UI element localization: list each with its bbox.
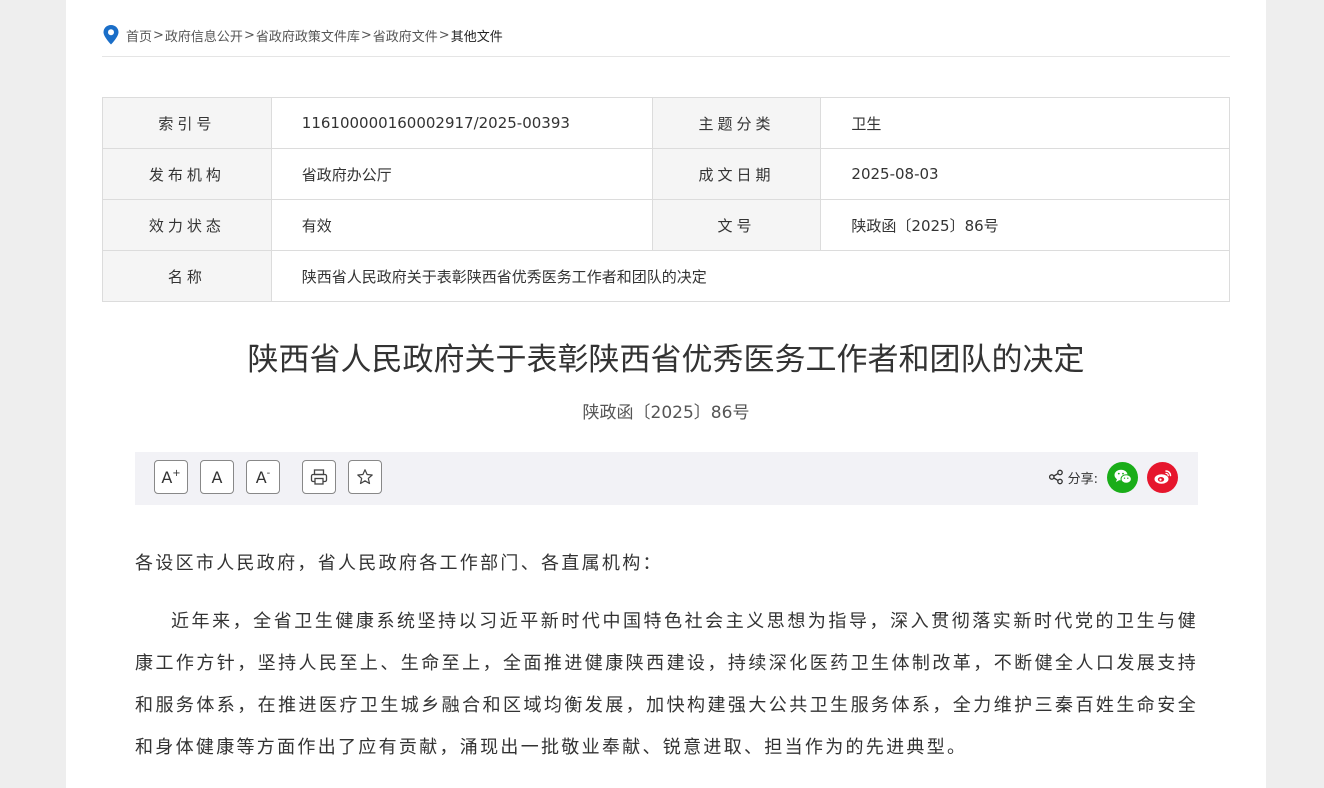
share-weibo-button[interactable]	[1147, 461, 1178, 493]
star-icon	[357, 469, 373, 485]
issuer-value: 省政府办公厅	[270, 148, 653, 200]
breadcrumb-separator: >	[243, 27, 255, 43]
weibo-icon	[1154, 470, 1171, 484]
font-decrease-button[interactable]: A-	[246, 460, 280, 494]
name-label: 名称	[102, 250, 272, 302]
share-wechat-button[interactable]	[1107, 461, 1138, 493]
page: 首页 > 政府信息公开 > 省政府政策文件库 > 省政府文件 > 其他文件 索引…	[66, 0, 1266, 788]
meta-row: 发布机构 省政府办公厅 成文日期 2025-08-03	[102, 148, 1230, 200]
location-pin-icon	[103, 25, 119, 45]
breadcrumb-other-docs[interactable]: 其他文件	[451, 26, 503, 45]
document-meta-table: 索引号 116100000160002917/2025-00393 主题分类 卫…	[102, 97, 1231, 302]
category-value: 卫生	[820, 97, 1230, 149]
date-value: 2025-08-03	[820, 148, 1230, 200]
share-icon	[1048, 469, 1063, 485]
status-label: 效力状态	[102, 199, 272, 251]
paragraph: 近年来，全省卫生健康系统坚持以习近平新时代中国特色社会主义思想为指导，深入贯彻落…	[135, 611, 1198, 758]
printer-icon	[310, 469, 328, 485]
meta-row: 效力状态 有效 文号 陕政函〔2025〕86号	[102, 199, 1230, 251]
share-bar: 分享:	[1048, 460, 1178, 494]
font-default-label: A	[211, 467, 223, 487]
font-decrease-label: A	[255, 467, 267, 487]
docno-value: 陕政函〔2025〕86号	[820, 199, 1230, 251]
salutation: 各设区市人民政府，省人民政府各工作部门、各直属机构：	[135, 553, 663, 574]
breadcrumb-separator: >	[153, 27, 164, 43]
page-title: 陕西省人民政府关于表彰陕西省优秀医务工作者和团队的决定	[247, 342, 1085, 378]
issuer-label: 发布机构	[102, 148, 272, 200]
meta-row: 名称 陕西省人民政府关于表彰陕西省优秀医务工作者和团队的决定	[102, 250, 1231, 302]
article-body: 各设区市人民政府，省人民政府各工作部门、各直属机构： 近年来，全省卫生健康系统坚…	[135, 543, 1198, 769]
category-label: 主题分类	[651, 97, 822, 149]
breadcrumb-separator: >	[360, 27, 372, 43]
font-increase-button[interactable]: A +	[154, 460, 188, 494]
document-number: 陕政函〔2025〕86号	[582, 403, 750, 423]
wechat-icon	[1114, 469, 1132, 484]
breadcrumb-province-docs[interactable]: 省政府文件	[373, 26, 438, 45]
breadcrumb-home[interactable]: 首页	[126, 26, 152, 45]
breadcrumb-separator: >	[438, 27, 450, 43]
print-button[interactable]	[302, 460, 336, 494]
index-value: 116100000160002917/2025-00393	[270, 97, 653, 149]
font-increase-label: A	[161, 467, 173, 487]
breadcrumb-divider	[102, 56, 1230, 57]
name-value: 陕西省人民政府关于表彰陕西省优秀医务工作者和团队的决定	[270, 250, 1231, 302]
breadcrumb-policy-library[interactable]: 省政府政策文件库	[256, 26, 360, 45]
font-decrease-mark: -	[266, 467, 271, 479]
index-label: 索引号	[102, 97, 272, 149]
article-toolbar: A + A A- 分享:	[135, 452, 1198, 505]
docno-label: 文号	[651, 199, 822, 251]
font-default-button[interactable]: A	[200, 460, 234, 494]
meta-row: 索引号 116100000160002917/2025-00393 主题分类 卫…	[102, 97, 1230, 149]
font-increase-mark: +	[172, 467, 181, 479]
date-label: 成文日期	[651, 148, 822, 200]
breadcrumb-gov-info[interactable]: 政府信息公开	[165, 26, 243, 45]
share-label: 分享:	[1067, 471, 1098, 487]
breadcrumb: 首页 > 政府信息公开 > 省政府政策文件库 > 省政府文件 > 其他文件	[102, 22, 503, 48]
favorite-button[interactable]	[348, 460, 382, 494]
status-value: 有效	[270, 199, 653, 251]
